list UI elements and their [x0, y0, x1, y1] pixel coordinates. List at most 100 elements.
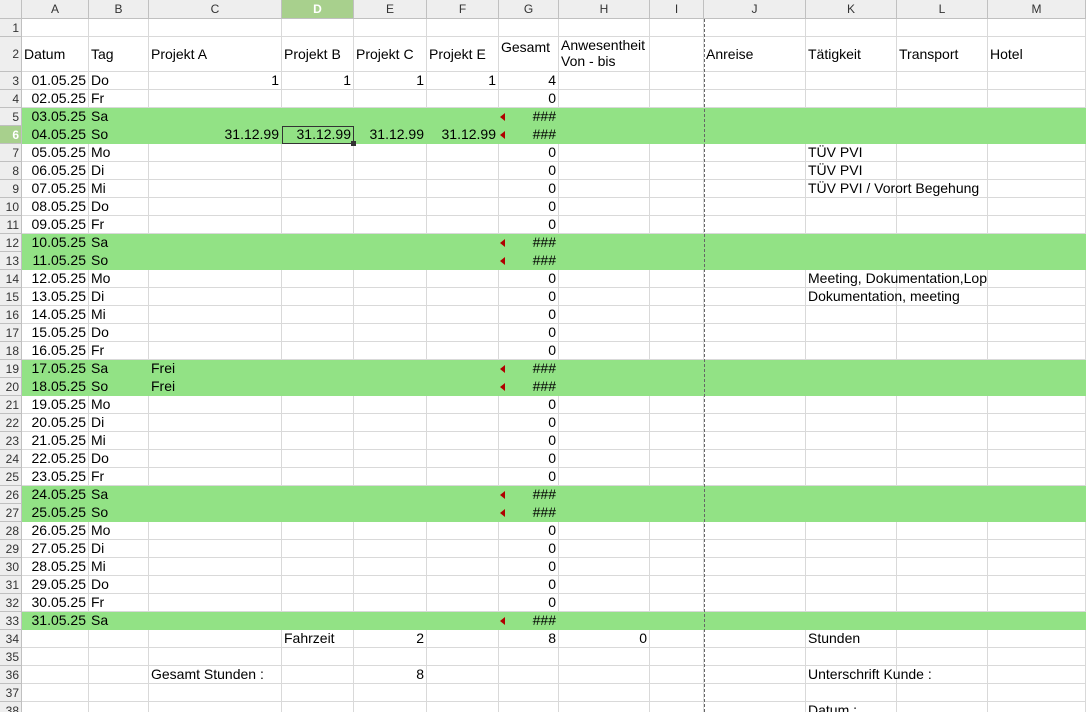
- cell-k23[interactable]: [806, 432, 897, 450]
- cell-a32[interactable]: 30.05.25: [22, 594, 89, 612]
- cell-d15[interactable]: [282, 288, 354, 306]
- cell-f17[interactable]: [427, 324, 499, 342]
- header-tag[interactable]: Tag: [89, 37, 149, 72]
- row-header-14[interactable]: 14: [0, 270, 22, 288]
- cell-l15[interactable]: [897, 288, 988, 306]
- cell-m13[interactable]: [988, 252, 1086, 270]
- cell-m10[interactable]: [988, 198, 1086, 216]
- cell-l24[interactable]: [897, 450, 988, 468]
- cell-i19[interactable]: [650, 360, 704, 378]
- cell-g13[interactable]: ###: [499, 252, 559, 270]
- cell-j19[interactable]: [704, 360, 806, 378]
- header-proj_b[interactable]: Projekt B: [282, 37, 354, 72]
- cell-a19[interactable]: 17.05.25: [22, 360, 89, 378]
- cell-d21[interactable]: [282, 396, 354, 414]
- cell-j12[interactable]: [704, 234, 806, 252]
- cell-j37[interactable]: [704, 684, 806, 702]
- cell-i24[interactable]: [650, 450, 704, 468]
- cell-e11[interactable]: [354, 216, 427, 234]
- spreadsheet-grid[interactable]: ABCDEFGHIJKLM 1 2 Datum Tag Projekt A Projekt…: [0, 0, 1086, 712]
- cell-h22[interactable]: [559, 414, 650, 432]
- cell-m31[interactable]: [988, 576, 1086, 594]
- cell-f14[interactable]: [427, 270, 499, 288]
- row-header-30[interactable]: 30: [0, 558, 22, 576]
- cell-j29[interactable]: [704, 540, 806, 558]
- cell-m16[interactable]: [988, 306, 1086, 324]
- cell-i13[interactable]: [650, 252, 704, 270]
- cell-m18[interactable]: [988, 342, 1086, 360]
- header-transport[interactable]: Transport: [897, 37, 988, 72]
- cell-d33[interactable]: [282, 612, 354, 630]
- header-proj_a[interactable]: Projekt A: [149, 37, 282, 72]
- cell-j24[interactable]: [704, 450, 806, 468]
- cell-b16[interactable]: Mi: [89, 306, 149, 324]
- cell-k18[interactable]: [806, 342, 897, 360]
- header-gesamt[interactable]: Gesamt: [499, 37, 559, 72]
- cell-e19[interactable]: [354, 360, 427, 378]
- cell-j32[interactable]: [704, 594, 806, 612]
- cell-f22[interactable]: [427, 414, 499, 432]
- header-taetigkeit[interactable]: Tätigkeit: [806, 37, 897, 72]
- cell-h12[interactable]: [559, 234, 650, 252]
- cell-e34[interactable]: 2: [354, 630, 427, 648]
- cell-l10[interactable]: [897, 198, 988, 216]
- cell-c1[interactable]: [149, 19, 282, 37]
- cell-l28[interactable]: [897, 522, 988, 540]
- cell-i11[interactable]: [650, 216, 704, 234]
- cell-l30[interactable]: [897, 558, 988, 576]
- cell-m29[interactable]: [988, 540, 1086, 558]
- row-header-23[interactable]: 23: [0, 432, 22, 450]
- cell-e23[interactable]: [354, 432, 427, 450]
- cell-g29[interactable]: 0: [499, 540, 559, 558]
- cell-k1[interactable]: [806, 19, 897, 37]
- column-header-f[interactable]: F: [427, 0, 499, 19]
- cell-a33[interactable]: 31.05.25: [22, 612, 89, 630]
- cell-h1[interactable]: [559, 19, 650, 37]
- header-anreise[interactable]: Anreise: [704, 37, 806, 72]
- cell-m8[interactable]: [988, 162, 1086, 180]
- cell-f35[interactable]: [427, 648, 499, 666]
- cell-f6[interactable]: 31.12.99: [427, 126, 499, 144]
- cell-j21[interactable]: [704, 396, 806, 414]
- cell-g15[interactable]: 0: [499, 288, 559, 306]
- cell-i7[interactable]: [650, 144, 704, 162]
- cell-g23[interactable]: 0: [499, 432, 559, 450]
- cell-e24[interactable]: [354, 450, 427, 468]
- cell-b14[interactable]: Mo: [89, 270, 149, 288]
- cell-a20[interactable]: 18.05.25: [22, 378, 89, 396]
- cell-h26[interactable]: [559, 486, 650, 504]
- cell-c27[interactable]: [149, 504, 282, 522]
- cell-a23[interactable]: 21.05.25: [22, 432, 89, 450]
- cell-k37[interactable]: [806, 684, 897, 702]
- cell-a15[interactable]: 13.05.25: [22, 288, 89, 306]
- cell-a25[interactable]: 23.05.25: [22, 468, 89, 486]
- cell-l31[interactable]: [897, 576, 988, 594]
- cell-h3[interactable]: [559, 72, 650, 90]
- cell-i5[interactable]: [650, 108, 704, 126]
- column-header-j[interactable]: J: [704, 0, 806, 19]
- cell-f21[interactable]: [427, 396, 499, 414]
- cell-k33[interactable]: [806, 612, 897, 630]
- cell-d19[interactable]: [282, 360, 354, 378]
- cell-e32[interactable]: [354, 594, 427, 612]
- cell-h20[interactable]: [559, 378, 650, 396]
- row-header-8[interactable]: 8: [0, 162, 22, 180]
- cell-k28[interactable]: [806, 522, 897, 540]
- cell-m12[interactable]: [988, 234, 1086, 252]
- cell-h11[interactable]: [559, 216, 650, 234]
- cell-a12[interactable]: 10.05.25: [22, 234, 89, 252]
- cell-a17[interactable]: 15.05.25: [22, 324, 89, 342]
- cell-e35[interactable]: [354, 648, 427, 666]
- cell-a16[interactable]: 14.05.25: [22, 306, 89, 324]
- cell-l11[interactable]: [897, 216, 988, 234]
- cell-h23[interactable]: [559, 432, 650, 450]
- cell-j14[interactable]: [704, 270, 806, 288]
- cell-a10[interactable]: 08.05.25: [22, 198, 89, 216]
- cell-m36[interactable]: [988, 666, 1086, 684]
- column-header-d[interactable]: D: [282, 0, 354, 19]
- cell-a5[interactable]: 03.05.25: [22, 108, 89, 126]
- cell-m28[interactable]: [988, 522, 1086, 540]
- cell-h36[interactable]: [559, 666, 650, 684]
- cell-k29[interactable]: [806, 540, 897, 558]
- cell-a13[interactable]: 11.05.25: [22, 252, 89, 270]
